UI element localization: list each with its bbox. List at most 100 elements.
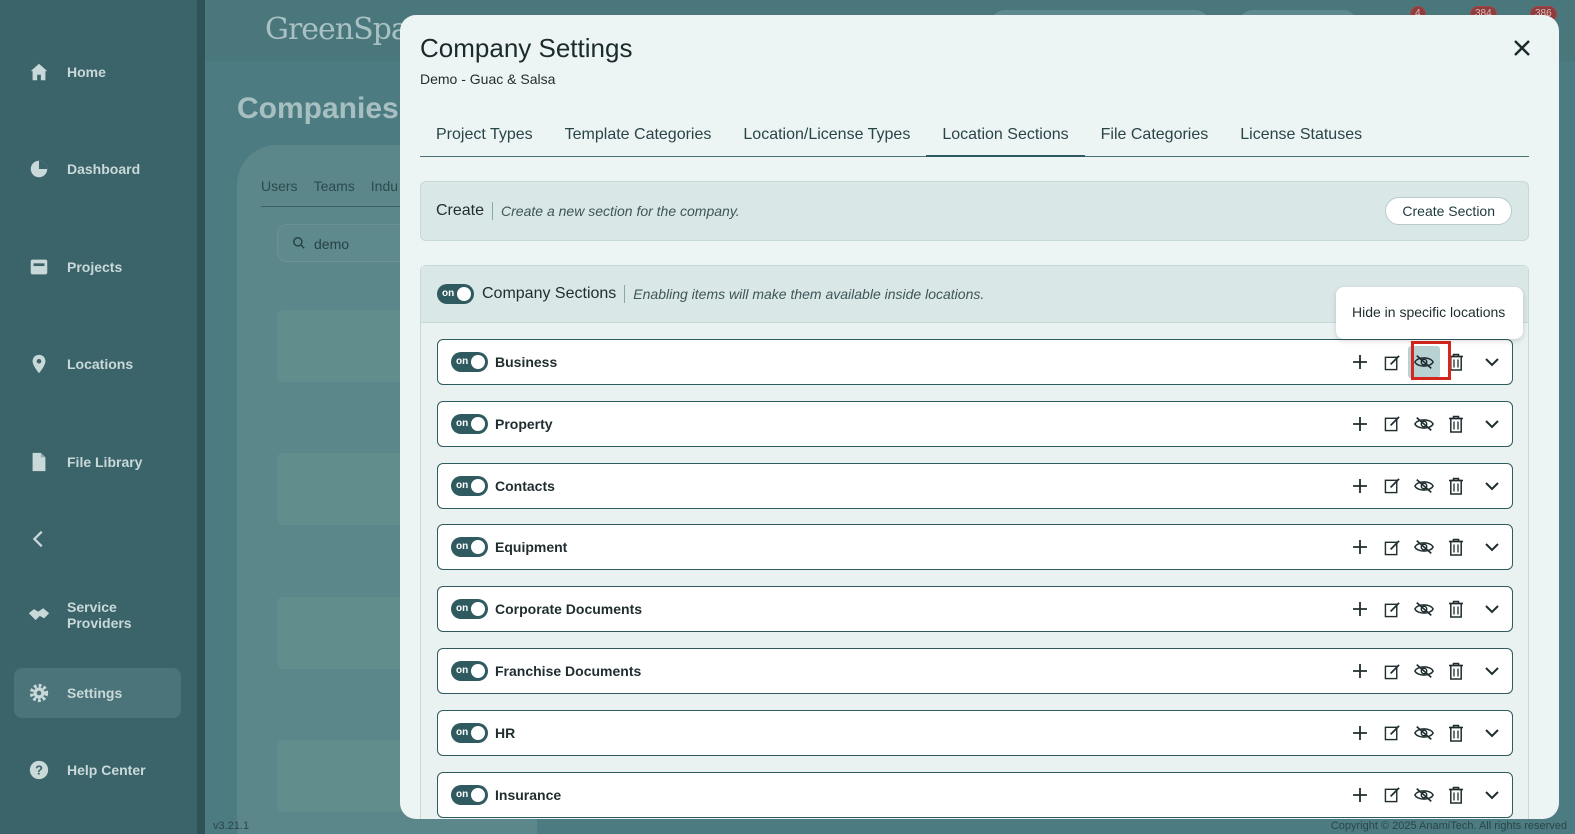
create-section-button[interactable]: Create Section <box>1385 197 1512 225</box>
eye-off-icon[interactable] <box>1408 779 1440 811</box>
chevron-down-icon[interactable] <box>1472 593 1512 625</box>
add-icon[interactable] <box>1344 346 1376 378</box>
edit-icon[interactable] <box>1376 655 1408 687</box>
create-label: Create <box>436 202 494 220</box>
add-icon[interactable] <box>1344 655 1376 687</box>
trash-icon[interactable] <box>1440 779 1472 811</box>
create-section-bar: Create Create a new section for the comp… <box>420 181 1529 241</box>
eye-off-icon[interactable] <box>1408 717 1440 749</box>
company-sections-toggle[interactable]: on <box>437 284 474 304</box>
chevron-down-icon[interactable] <box>1472 717 1512 749</box>
trash-icon[interactable] <box>1440 655 1472 687</box>
section-toggle[interactable]: on <box>451 475 488 496</box>
edit-icon[interactable] <box>1376 346 1408 378</box>
search-value: demo <box>314 236 350 252</box>
sidebar-item-help-center[interactable]: ? Help Center <box>14 745 181 795</box>
section-name: Business <box>495 354 558 370</box>
toggle-label: on <box>442 288 455 299</box>
sidebar-scrollbar[interactable] <box>197 0 205 834</box>
toggle-label: on <box>456 726 469 738</box>
chevron-down-icon[interactable] <box>1472 655 1512 687</box>
add-icon[interactable] <box>1344 593 1376 625</box>
section-row: on Business <box>437 339 1513 385</box>
eye-off-icon[interactable] <box>1408 593 1440 625</box>
chevron-down-icon[interactable] <box>1472 346 1512 378</box>
file-icon <box>28 451 50 473</box>
edit-icon[interactable] <box>1376 531 1408 563</box>
tab-project-types[interactable]: Project Types <box>420 117 549 157</box>
trash-icon[interactable] <box>1440 717 1472 749</box>
chevron-down-icon[interactable] <box>1472 779 1512 811</box>
company-settings-modal: Company Settings Demo - Guac & Salsa Pro… <box>400 15 1559 819</box>
tab-location-sections[interactable]: Location Sections <box>926 117 1085 157</box>
sidebar-item-dashboard[interactable]: Dashboard <box>14 144 181 194</box>
edit-icon[interactable] <box>1376 779 1408 811</box>
home-icon <box>28 61 50 83</box>
trash-icon[interactable] <box>1440 408 1472 440</box>
eye-off-icon[interactable] <box>1408 470 1440 502</box>
sidebar-item-label: Locations <box>67 356 134 372</box>
edit-icon[interactable] <box>1376 717 1408 749</box>
add-icon[interactable] <box>1344 470 1376 502</box>
tab-industries[interactable]: Indu <box>371 178 398 194</box>
close-button[interactable] <box>1511 37 1533 59</box>
section-actions <box>1344 525 1512 569</box>
section-row: on Franchise Documents <box>437 648 1513 694</box>
eye-off-icon[interactable] <box>1408 531 1440 563</box>
map-pin-icon <box>28 353 50 375</box>
section-toggle[interactable]: on <box>451 722 488 743</box>
eye-off-icon[interactable] <box>1408 346 1440 378</box>
chevron-down-icon[interactable] <box>1472 470 1512 502</box>
pie-chart-icon <box>28 158 50 180</box>
sidebar-item-label: Projects <box>67 259 123 275</box>
trash-icon[interactable] <box>1440 346 1472 378</box>
company-sections-description: Enabling items will make them available … <box>633 286 985 302</box>
section-row: on Contacts <box>437 462 1513 509</box>
trash-icon[interactable] <box>1440 531 1472 563</box>
sidebar-item-settings[interactable]: Settings <box>14 668 181 718</box>
trash-icon[interactable] <box>1440 593 1472 625</box>
section-toggle[interactable]: on <box>451 537 488 558</box>
sidebar-item-projects[interactable]: Projects <box>14 242 181 292</box>
section-actions <box>1344 587 1512 631</box>
trash-icon[interactable] <box>1440 470 1472 502</box>
add-icon[interactable] <box>1344 531 1376 563</box>
edit-icon[interactable] <box>1376 593 1408 625</box>
sidebar-item-home[interactable]: Home <box>14 47 181 97</box>
section-toggle[interactable]: on <box>451 599 488 620</box>
toggle-label: on <box>456 541 469 553</box>
add-icon[interactable] <box>1344 779 1376 811</box>
add-icon[interactable] <box>1344 717 1376 749</box>
tab-users[interactable]: Users <box>261 178 298 194</box>
chevron-down-icon[interactable] <box>1472 531 1512 563</box>
toggle-label: on <box>456 603 469 615</box>
tab-license-statuses[interactable]: License Statuses <box>1224 117 1378 157</box>
tab-file-categories[interactable]: File Categories <box>1085 117 1225 157</box>
gear-icon <box>28 682 50 704</box>
section-name: HR <box>495 724 516 741</box>
section-name: Equipment <box>495 539 568 556</box>
edit-icon[interactable] <box>1376 470 1408 502</box>
eye-off-icon[interactable] <box>1408 408 1440 440</box>
sidebar-item-locations[interactable]: Locations <box>14 339 181 389</box>
section-toggle[interactable]: on <box>451 413 488 434</box>
section-row: on Insurance <box>437 771 1513 818</box>
edit-icon[interactable] <box>1376 408 1408 440</box>
section-actions <box>1344 649 1512 693</box>
section-toggle[interactable]: on <box>451 352 488 372</box>
section-toggle[interactable]: on <box>451 784 488 805</box>
chevron-down-icon[interactable] <box>1472 408 1512 440</box>
section-toggle[interactable]: on <box>451 661 488 681</box>
tab-location-license-types[interactable]: Location/License Types <box>727 117 926 157</box>
sidebar-item-label: Service Providers <box>67 599 132 631</box>
sidebar-collapse-button[interactable] <box>14 514 181 564</box>
eye-off-icon[interactable] <box>1408 655 1440 687</box>
sidebar-item-service-providers[interactable]: Service Providers <box>14 590 181 640</box>
create-description: Create a new section for the company. <box>501 203 740 219</box>
section-actions <box>1344 711 1512 755</box>
sidebar-item-file-library[interactable]: File Library <box>14 437 181 487</box>
add-icon[interactable] <box>1344 408 1376 440</box>
tab-template-categories[interactable]: Template Categories <box>549 117 728 157</box>
tab-teams[interactable]: Teams <box>314 178 355 194</box>
section-actions <box>1344 402 1512 446</box>
